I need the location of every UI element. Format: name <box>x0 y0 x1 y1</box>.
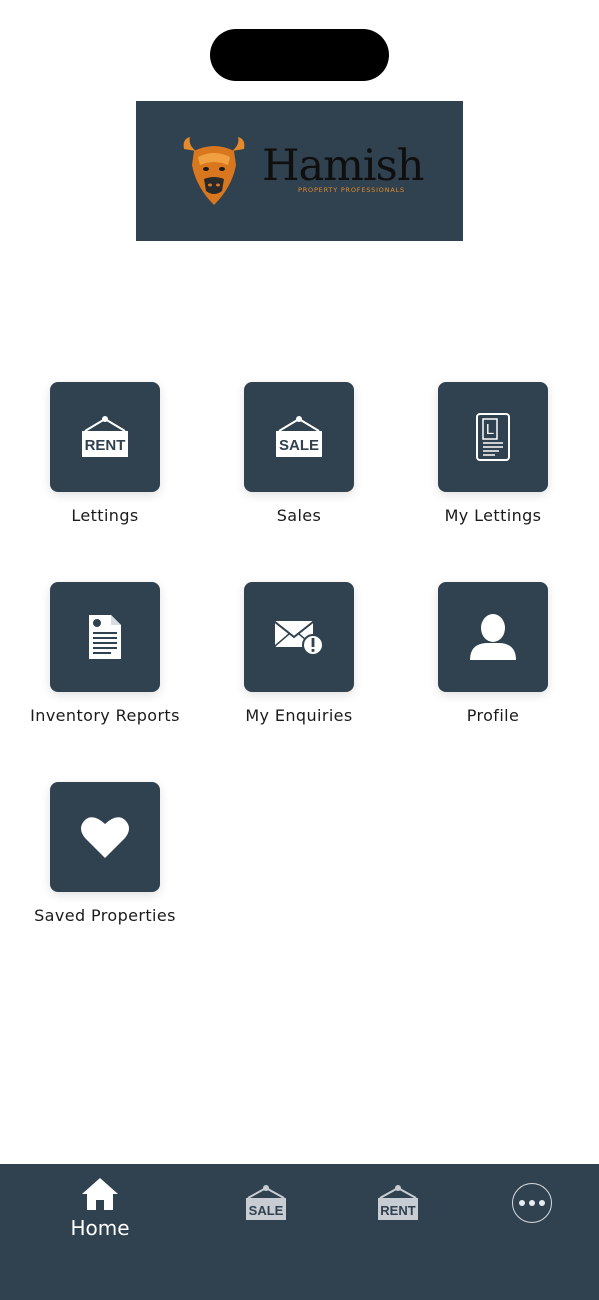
menu-tile-my-lettings[interactable]: L My Lettings <box>403 382 583 525</box>
sale-sign-icon: SALE <box>276 416 322 457</box>
profile-label: Profile <box>466 706 520 725</box>
document-letter: L <box>486 421 494 438</box>
dot <box>519 1200 525 1206</box>
brand-logo: Hamish PROPERTY PROFESSIONALS <box>136 101 463 241</box>
brand-name: Hamish <box>262 141 424 191</box>
dot <box>539 1200 545 1206</box>
sale-sign-text: SALE <box>279 437 319 454</box>
lettings-button[interactable]: RENT <box>50 382 160 492</box>
inventory-reports-button[interactable] <box>50 582 160 692</box>
rent-sign-icon: RENT <box>378 1185 418 1220</box>
camera-notch <box>210 29 389 81</box>
nav-home-tab[interactable]: Home <box>40 1176 160 1240</box>
saved-properties-label: Saved Properties <box>34 906 176 925</box>
lettings-document-icon: L <box>476 413 510 461</box>
menu-tile-sales[interactable]: SALE Sales <box>209 382 389 525</box>
my-lettings-label: My Lettings <box>444 506 542 525</box>
menu-tile-my-enquiries[interactable]: My Enquiries <box>209 582 389 725</box>
nav-home-label: Home <box>70 1216 130 1240</box>
more-dots-icon[interactable] <box>512 1183 552 1223</box>
sale-sign-icon: SALE <box>246 1185 286 1220</box>
brand-tagline: PROPERTY PROFESSIONALS <box>298 186 405 194</box>
rent-sign-icon: RENT <box>82 416 128 457</box>
highland-cow-logo-icon <box>183 137 245 205</box>
sales-label: Sales <box>276 506 322 525</box>
menu-tile-inventory-reports[interactable]: Inventory Reports <box>15 582 195 725</box>
user-icon <box>470 614 516 660</box>
dot <box>529 1200 535 1206</box>
inventory-reports-label: Inventory Reports <box>30 706 180 725</box>
envelope-alert-icon <box>274 621 324 656</box>
nav-rent-text: RENT <box>380 1203 415 1218</box>
profile-button[interactable] <box>438 582 548 692</box>
heart-icon <box>81 817 129 858</box>
my-enquiries-button[interactable] <box>244 582 354 692</box>
report-document-icon <box>89 615 121 659</box>
home-icon <box>82 1178 118 1210</box>
lettings-label: Lettings <box>71 506 139 525</box>
my-lettings-button[interactable]: L <box>438 382 548 492</box>
rent-sign-text: RENT <box>85 437 126 454</box>
bottom-navigation-bar: Home SALE RENT <box>0 1164 599 1300</box>
menu-tile-lettings[interactable]: RENT Lettings <box>15 382 195 525</box>
sales-button[interactable]: SALE <box>244 382 354 492</box>
nav-sale-tab[interactable]: SALE <box>236 1184 296 1224</box>
nav-sale-text: SALE <box>249 1203 284 1218</box>
my-enquiries-label: My Enquiries <box>245 706 353 725</box>
saved-properties-button[interactable] <box>50 782 160 892</box>
menu-tile-saved-properties[interactable]: Saved Properties <box>15 782 195 925</box>
menu-tile-profile[interactable]: Profile <box>403 582 583 725</box>
nav-rent-tab[interactable]: RENT <box>368 1184 428 1224</box>
